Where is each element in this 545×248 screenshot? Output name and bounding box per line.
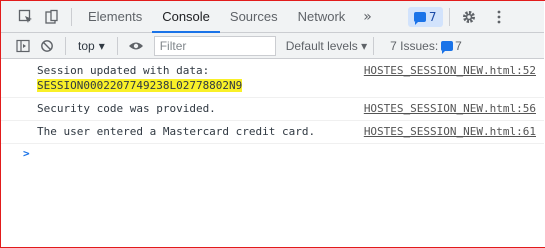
console-prompt[interactable]: > <box>1 144 544 163</box>
chevron-down-icon: ▾ <box>98 38 105 53</box>
devtools-tab-bar: Elements Console Sources Network » 7 <box>1 1 544 33</box>
log-levels-label: Default levels <box>285 38 358 53</box>
tab-elements[interactable]: Elements <box>78 1 152 33</box>
eye-icon[interactable] <box>124 34 148 58</box>
message-icon <box>413 11 426 25</box>
clear-console-icon[interactable] <box>35 34 59 58</box>
console-message: Security code was provided. HOSTES_SESSI… <box>1 98 544 121</box>
source-link[interactable]: HOSTES_SESSION_NEW.html:56 <box>364 101 536 116</box>
message-icon <box>441 40 454 54</box>
divider <box>116 36 118 55</box>
session-data-highlight: SESSION0002207749238L02778802N9 <box>37 79 243 92</box>
sidebar-toggle-icon[interactable] <box>11 34 35 58</box>
tab-sources[interactable]: Sources <box>220 1 288 33</box>
log-levels-dropdown[interactable]: Default levels ▾ <box>286 39 367 53</box>
inspect-element-icon[interactable] <box>13 4 39 30</box>
gear-icon[interactable] <box>456 4 482 30</box>
messages-count: 7 <box>428 9 437 24</box>
console-messages: Session updated with data: SESSION000220… <box>1 60 544 247</box>
issues-label: 7 Issues: <box>390 38 439 53</box>
context-label: top <box>78 38 95 53</box>
tab-network[interactable]: Network <box>288 1 356 33</box>
chevron-down-icon: ▾ <box>361 38 368 53</box>
divider <box>448 7 450 26</box>
issues-count: 7 <box>455 38 462 53</box>
console-toolbar: top ▾ Filter Default levels ▾ 7 Issues: … <box>1 33 544 59</box>
issues-badge: 7 <box>441 38 462 54</box>
tab-console[interactable]: Console <box>152 1 220 33</box>
filter-input[interactable]: Filter <box>153 35 276 56</box>
divider <box>71 7 72 26</box>
divider <box>65 36 66 55</box>
console-message: The user entered a Mastercard credit car… <box>1 121 544 144</box>
divider <box>373 36 375 55</box>
issues-button[interactable]: 7 Issues: 7 <box>390 38 462 54</box>
console-message: Session updated with data: SESSION000220… <box>1 60 544 98</box>
messages-badge[interactable]: 7 <box>407 6 443 27</box>
context-selector[interactable]: top ▾ <box>72 39 111 53</box>
kebab-menu-icon[interactable] <box>486 4 512 30</box>
device-toolbar-icon[interactable] <box>39 4 65 30</box>
source-link[interactable]: HOSTES_SESSION_NEW.html:52 <box>364 63 536 78</box>
more-tabs-button[interactable]: » <box>355 9 380 25</box>
source-link[interactable]: HOSTES_SESSION_NEW.html:61 <box>364 124 536 139</box>
